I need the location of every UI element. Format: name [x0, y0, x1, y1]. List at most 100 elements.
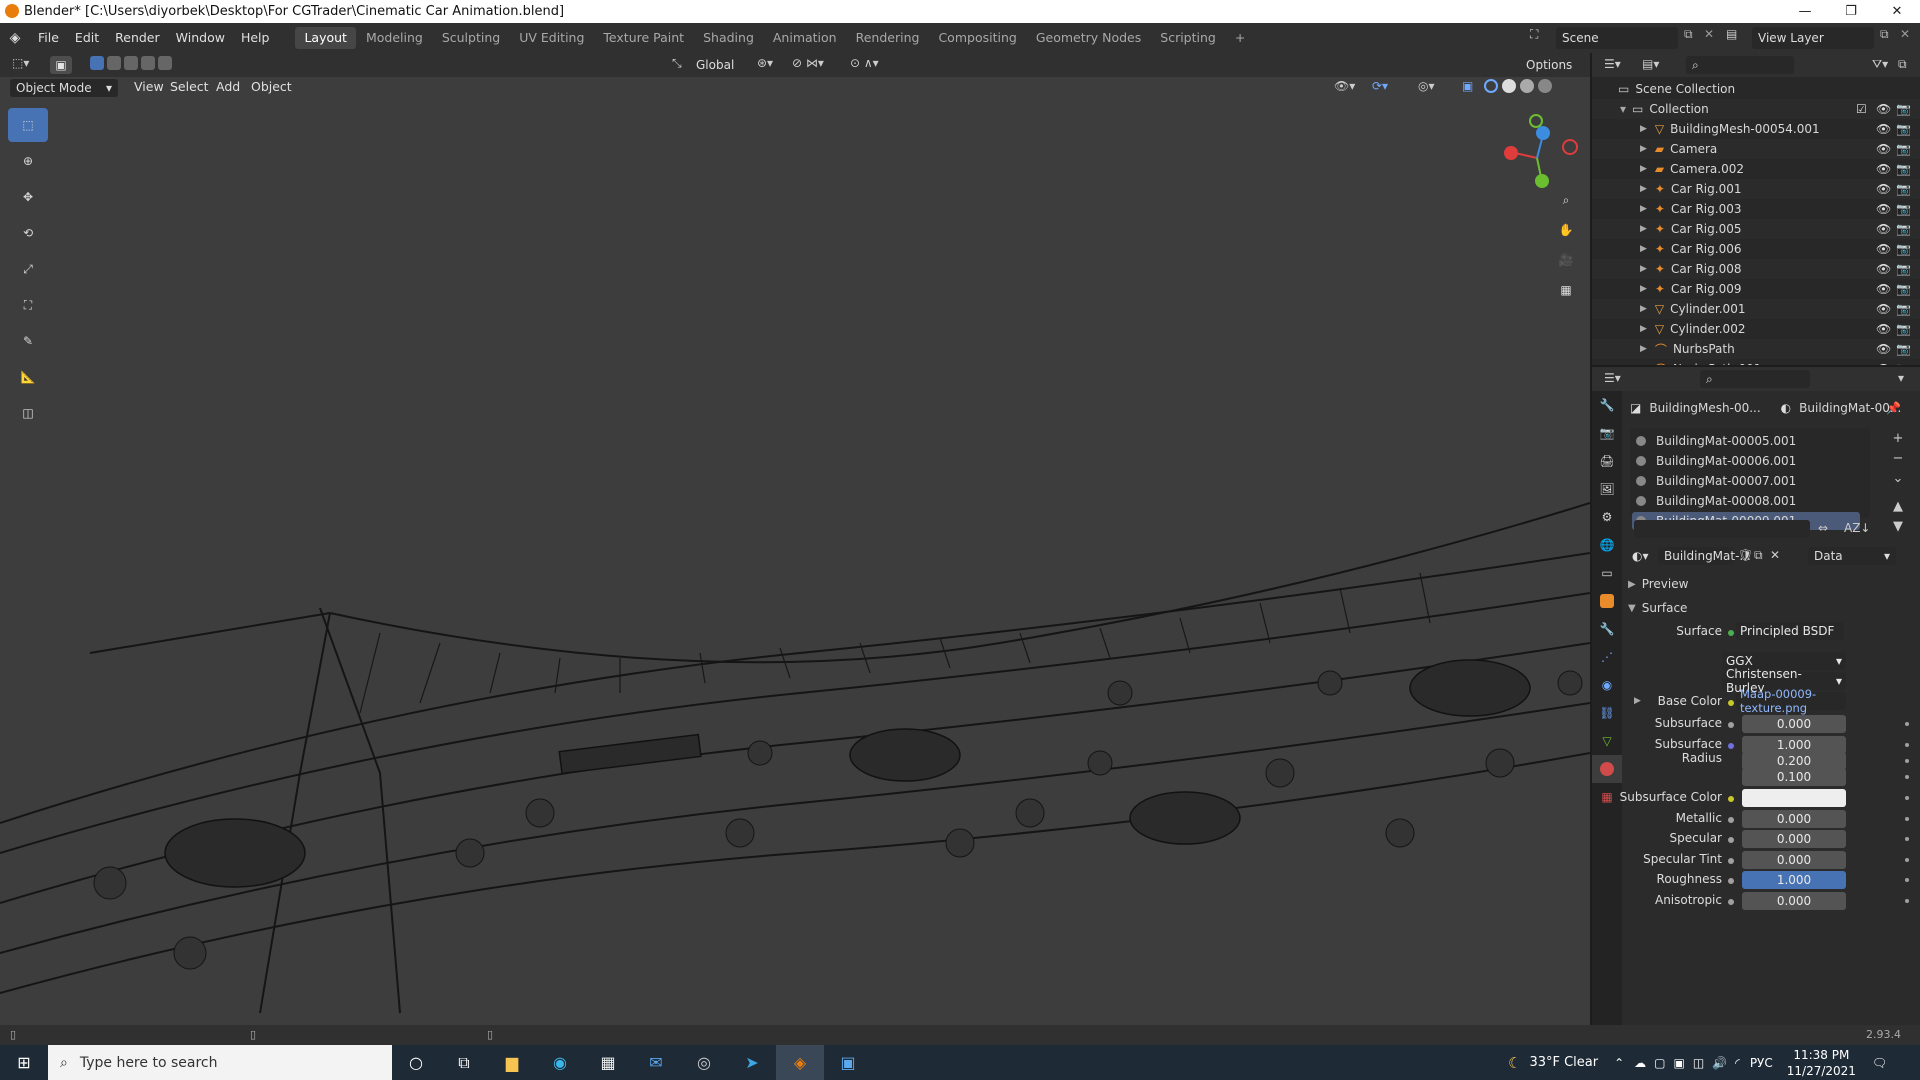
pan-hand-icon[interactable]: ✋ — [1552, 223, 1580, 253]
menu-file[interactable]: File — [30, 27, 67, 49]
sort-alpha-icon[interactable]: AZ↓ — [1844, 521, 1870, 535]
keyframe-icon[interactable] — [1905, 759, 1909, 763]
eye-icon[interactable]: 👁 — [1876, 302, 1891, 316]
keyframe-icon[interactable] — [1905, 837, 1909, 841]
editor-type-icon[interactable]: ⬚▾ — [12, 56, 40, 70]
tool-tab-icon[interactable]: 🔧 — [1592, 391, 1622, 419]
xray-icon[interactable]: ▣ — [1462, 79, 1482, 93]
camera-icon[interactable]: 📷 — [1896, 102, 1911, 116]
properties-search-input[interactable]: ⌕ — [1700, 370, 1810, 388]
visibility-icon[interactable]: 👁▾ — [1334, 79, 1374, 93]
expand-icon[interactable]: ▶ — [1640, 284, 1647, 294]
notification-icon[interactable]: 🗨 — [1872, 1056, 1887, 1070]
app-icon[interactable]: ◎ — [680, 1053, 728, 1072]
camera-icon[interactable]: 📷 — [1896, 142, 1911, 156]
tab-uv-editing[interactable]: UV Editing — [510, 27, 593, 49]
tree-row-item[interactable]: ▶ ✦ Car Rig.005 👁 📷 — [1592, 219, 1920, 239]
material-slot[interactable]: BuildingMat-00007.001 — [1632, 472, 1860, 490]
tree-row-item[interactable]: ▶ ✦ Car Rig.003 👁 📷 — [1592, 199, 1920, 219]
camera-icon[interactable]: 📷 — [1896, 322, 1911, 336]
tray-chevron-icon[interactable]: ⌃ — [1614, 1056, 1624, 1070]
windows-start-icon[interactable]: ⊞ — [0, 1053, 48, 1072]
keyframe-icon[interactable] — [1905, 858, 1909, 862]
mail-icon[interactable]: ✉ — [632, 1053, 680, 1072]
property-value-field[interactable]: 0.000 — [1742, 715, 1846, 733]
grid-toggle-icon[interactable]: ▦ — [1552, 283, 1580, 313]
property-value-field[interactable]: 0.000 — [1742, 892, 1846, 910]
eye-icon[interactable]: 👁 — [1876, 362, 1891, 365]
tree-row-scene-collection[interactable]: ▭ Scene Collection — [1592, 79, 1920, 99]
orientation-dropdown[interactable]: Global — [690, 56, 748, 74]
overlay-icon[interactable]: ◎▾ — [1418, 79, 1458, 93]
editor-type-icon[interactable]: ☰▾ — [1604, 57, 1621, 71]
menu-object[interactable]: Object — [243, 76, 300, 98]
gizmo-icon[interactable]: ⟳▾ — [1372, 79, 1412, 93]
camera-icon[interactable]: 📷 — [1896, 162, 1911, 176]
viewport-canvas[interactable] — [0, 53, 1590, 1025]
keyframe-icon[interactable] — [1905, 722, 1909, 726]
menu-render[interactable]: Render — [107, 27, 168, 49]
camera-icon[interactable]: 📷 — [1896, 202, 1911, 216]
eye-icon[interactable]: 👁 — [1876, 142, 1891, 156]
shading-mode-icons[interactable] — [1484, 79, 1584, 93]
close-button[interactable]: ✕ — [1874, 0, 1920, 23]
file-explorer-icon[interactable]: ▆ — [488, 1053, 536, 1072]
new-collection-icon[interactable]: ⧉ — [1898, 57, 1907, 72]
render-tab-icon[interactable]: 📷 — [1592, 419, 1622, 447]
remove-slot-icon[interactable]: − — [1888, 449, 1908, 469]
tree-row-item[interactable]: ▶ ▽ Cylinder.002 👁 📷 — [1592, 319, 1920, 339]
tree-row-item[interactable]: ▶ ⌒ NurbsPath.001 👁 📷 — [1592, 359, 1920, 365]
view-layer-selector[interactable]: View Layer — [1752, 27, 1874, 49]
object-mode-dropdown[interactable]: Object Mode ▾ — [10, 79, 118, 97]
select-tool-icon[interactable]: ⬚ — [8, 108, 48, 142]
wifi-icon[interactable]: ◜ — [1735, 1056, 1740, 1070]
task-view-icon[interactable]: ⧉ — [440, 1053, 488, 1073]
expand-icon[interactable]: ▶ — [1640, 184, 1647, 194]
tab-animation[interactable]: Animation — [764, 27, 846, 49]
3d-viewport[interactable]: ⬚▾ ▣ ⤡ Global ⊛▾ ⊘ ⋈▾ ⊙ ∧▾ Options Objec… — [0, 53, 1590, 1025]
pin-icon[interactable]: 📌 — [1886, 401, 1901, 415]
options-dropdown[interactable]: Options — [1520, 56, 1584, 74]
copy-icon[interactable]: ⧉ — [1880, 27, 1900, 42]
object-tab-icon[interactable] — [1592, 587, 1622, 615]
display-mode-icon[interactable]: ▤▾ — [1642, 57, 1659, 71]
editor-type-icon[interactable]: ☰▾ — [1604, 371, 1621, 385]
chevron-down-icon[interactable]: ▾ — [1898, 371, 1904, 385]
expand-icon[interactable]: ▶ — [1640, 124, 1647, 134]
tree-row-item[interactable]: ▶ ✦ Car Rig.008 👁 📷 — [1592, 259, 1920, 279]
tree-row-item[interactable]: ▶ ⌒ NurbsPath 👁 📷 — [1592, 339, 1920, 359]
eye-icon[interactable]: 👁 — [1876, 262, 1891, 276]
telegram-icon[interactable]: ➤ — [728, 1053, 776, 1072]
view-layer-tab-icon[interactable]: 🖼 — [1592, 475, 1622, 503]
scale-tool-icon[interactable]: ⤢ — [8, 252, 48, 286]
scene-selector[interactable]: Scene — [1556, 27, 1678, 49]
close-icon[interactable]: ✕ — [1704, 27, 1720, 41]
scene-tab-icon[interactable]: ⚙ — [1592, 503, 1622, 531]
surface-panel-header[interactable]: ▼ Surface — [1624, 597, 1920, 619]
camera-icon[interactable]: 📷 — [1896, 302, 1911, 316]
scene-icon[interactable]: ⛶ — [1530, 27, 1552, 42]
outliner-search-input[interactable]: ⌕ — [1686, 56, 1794, 74]
camera-icon[interactable]: 📷 — [1896, 342, 1911, 356]
snap-icon[interactable]: ⊘ ⋈▾ — [792, 56, 842, 70]
select-box-icon[interactable]: ▣ — [50, 56, 72, 74]
expand-icon[interactable]: ▶ — [1640, 264, 1647, 274]
minimize-button[interactable]: — — [1782, 0, 1828, 23]
tree-row-item[interactable]: ▶ ▽ BuildingMesh-00054.001 👁 📷 — [1592, 119, 1920, 139]
clock[interactable]: 11:38 PM 11/27/2021 — [1787, 1047, 1856, 1079]
sort-icon[interactable]: ⇔ — [1818, 521, 1828, 535]
proportional-edit-icon[interactable]: ⊙ ∧▾ — [850, 56, 900, 70]
eye-icon[interactable]: 👁 — [1876, 162, 1891, 176]
weather-text[interactable]: 33°F Clear — [1529, 1055, 1598, 1070]
measure-tool-icon[interactable]: 📐 — [8, 360, 48, 394]
tab-geometry-nodes[interactable]: Geometry Nodes — [1027, 27, 1150, 49]
material-name-field[interactable]: BuildingMat-... — [1658, 547, 1751, 565]
property-value-field[interactable]: 1.000 — [1742, 871, 1846, 889]
zoom-icon[interactable]: ⌕ — [1552, 193, 1580, 223]
tab-sculpting[interactable]: Sculpting — [433, 27, 509, 49]
slot-filter-input[interactable] — [1634, 520, 1810, 538]
camera-icon[interactable]: 📷 — [1896, 182, 1911, 196]
tray-app-icon[interactable]: ▣ — [1674, 1056, 1685, 1070]
copy-icon[interactable]: ⧉ — [1684, 27, 1704, 42]
filter-icon[interactable]: ⛛▾ — [1872, 57, 1888, 72]
